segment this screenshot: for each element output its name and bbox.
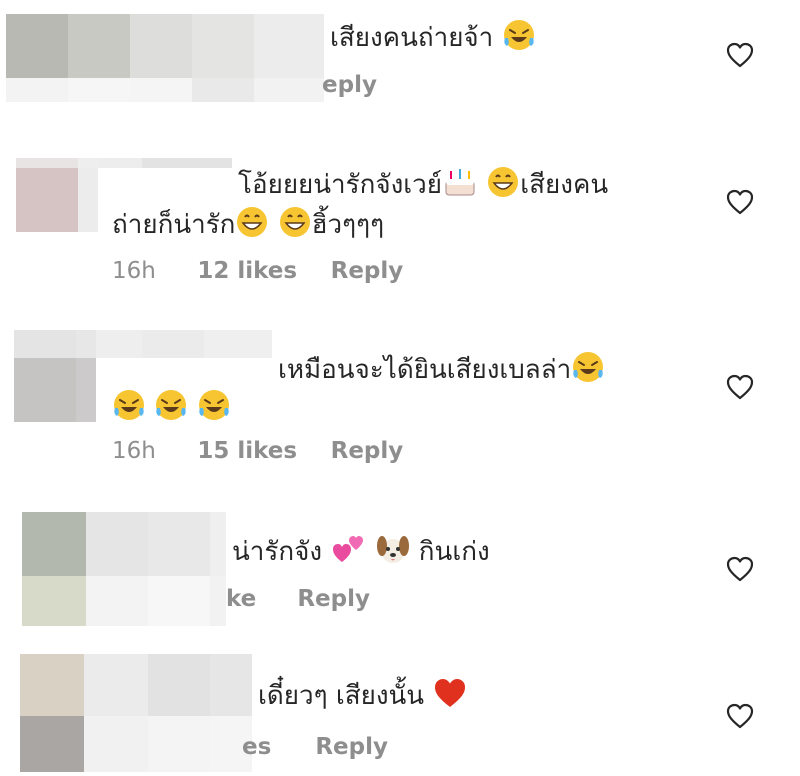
comment-meta: es Reply <box>242 734 388 760</box>
reply-button[interactable]: Reply <box>331 258 404 284</box>
laughing-tears-icon <box>503 20 534 50</box>
grinning-face-icon <box>237 207 268 237</box>
avatar[interactable] <box>6 14 324 102</box>
comment-text: เหมือนจะได้ยินเสียงเบลล่า <box>278 350 605 389</box>
heart-outline-icon[interactable] <box>726 42 754 68</box>
comments-list: เสียงคนถ่ายจ้า eply โอ้ยยยน่ารักจังเวย์ … <box>0 0 800 776</box>
heart-outline-icon[interactable] <box>726 703 754 729</box>
laughing-tears-icon <box>198 390 229 420</box>
comment-text-line1: เหมือนจะได้ยินเสียงเบลล่า <box>278 355 572 385</box>
dog-face-icon <box>376 536 409 563</box>
comment-text: โอ้ยยยน่ารักจังเวย์ เสียงคน <box>238 165 608 204</box>
comment-text-line1: โอ้ยยยน่ารักจังเวย์ <box>238 170 443 200</box>
red-heart-icon <box>435 679 466 707</box>
laughing-tears-icon <box>156 390 187 420</box>
comment-meta: 16h 12 likes Reply <box>112 258 403 284</box>
comment-text-line1-tail: เสียงคน <box>520 170 609 200</box>
reply-button[interactable]: Reply <box>315 734 388 760</box>
comment-text: เดี๋ยวๆ เสียงนั้น <box>258 676 468 715</box>
comment-text: เสียงคนถ่ายจ้า <box>330 18 536 57</box>
heart-outline-icon[interactable] <box>726 189 754 215</box>
comment-text-line1-tail: กินเก่ง <box>410 537 490 567</box>
comment-text-line2: ถ่ายก็น่ารัก <box>112 210 236 240</box>
likes-count[interactable]: ke <box>226 586 290 612</box>
birthday-cake-icon <box>445 169 475 196</box>
heart-outline-icon[interactable] <box>726 374 754 400</box>
laughing-tears-icon <box>573 352 604 382</box>
two-hearts-icon <box>333 536 364 562</box>
comment-text-line2-tail: ฮิ้วๆๆๆ <box>311 210 385 240</box>
grinning-face-icon <box>488 167 519 197</box>
comment-meta: ke Reply <box>226 586 370 612</box>
avatar[interactable] <box>20 654 252 772</box>
grinning-face-icon <box>279 207 310 237</box>
comment-text-second-line: ถ่ายก็น่ารัก ฮิ้วๆๆๆ <box>112 205 384 244</box>
reply-button[interactable]: Reply <box>331 438 404 464</box>
comment-text: น่ารักจัง กินเก่ง <box>232 532 490 571</box>
comment-meta: 16h 15 likes Reply <box>112 438 403 464</box>
comment-text-line1: น่ารักจัง <box>232 537 331 567</box>
reply-button[interactable]: Reply <box>297 586 370 612</box>
comment-time: 16h <box>112 438 156 464</box>
comment-emoji-line <box>112 388 231 427</box>
comment-meta: eply <box>322 72 377 98</box>
reply-button[interactable]: eply <box>322 72 377 98</box>
comment-text-line1: เดี๋ยวๆ เสียงนั้น <box>258 681 433 711</box>
likes-count[interactable]: 15 likes <box>197 438 323 464</box>
laughing-tears-icon <box>114 390 144 420</box>
avatar[interactable] <box>22 512 226 626</box>
likes-count[interactable]: 12 likes <box>197 258 323 284</box>
comment-text-body: เสียงคนถ่ายจ้า <box>330 23 502 53</box>
comment-time: 16h <box>112 258 156 284</box>
heart-outline-icon[interactable] <box>726 556 754 582</box>
likes-count[interactable]: es <box>242 734 308 760</box>
